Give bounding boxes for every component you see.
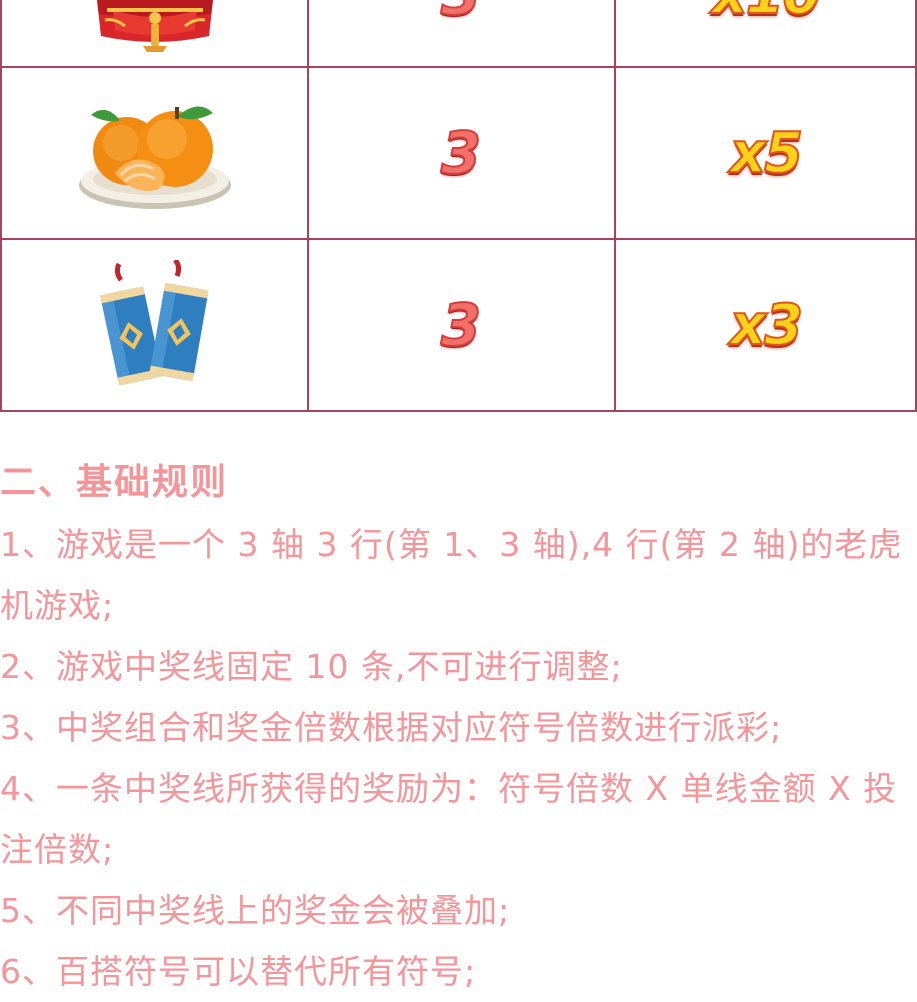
symbol-count: 3	[440, 0, 482, 29]
table-row: 3 x10	[0, 0, 917, 68]
count-cell: 3	[307, 238, 616, 412]
rule-item: 4、一条中奖线所获得的奖励为：符号倍数 X 单线金额 X 投注倍数;	[0, 769, 898, 869]
symbol-count: 3	[440, 118, 483, 188]
firecracker-icon	[99, 260, 209, 386]
symbol-cell	[0, 0, 309, 68]
red-lantern-envelope-icon	[96, 0, 213, 52]
multiplier-cell: x10	[614, 0, 917, 68]
symbol-cell	[0, 238, 309, 412]
section-title: 二、基础规则	[0, 462, 229, 503]
rule-item: 3、中奖组合和奖金倍数根据对应符号倍数进行派彩;	[0, 708, 783, 747]
symbol-multiplier: x10	[710, 0, 822, 28]
basic-rules-section: 二、基础规则 1、游戏是一个 3 轴 3 行(第 1、3 轴),4 行(第 2 …	[0, 452, 917, 1002]
multiplier-cell: x3	[614, 238, 917, 412]
symbol-count: 3	[440, 290, 483, 360]
rule-item: 6、百搭符号可以替代所有符号;	[0, 952, 477, 991]
tangerine-plate-icon	[78, 106, 231, 209]
paytable: 3 x10 3	[0, 0, 917, 412]
table-row: 3 x5	[0, 66, 917, 240]
symbol-multiplier: x3	[729, 292, 804, 359]
table-row: 3 x3	[0, 238, 917, 412]
rule-item: 1、游戏是一个 3 轴 3 行(第 1、3 轴),4 行(第 2 轴)的老虎机游…	[0, 525, 903, 625]
rule-item: 2、游戏中奖线固定 10 条,不可进行调整;	[0, 647, 623, 686]
count-cell: 3	[307, 66, 616, 240]
multiplier-cell: x5	[614, 66, 917, 240]
rule-item: 5、不同中奖线上的奖金会被叠加;	[0, 891, 511, 930]
count-cell: 3	[307, 0, 616, 68]
symbol-cell	[0, 66, 309, 240]
symbol-multiplier: x5	[729, 120, 804, 187]
